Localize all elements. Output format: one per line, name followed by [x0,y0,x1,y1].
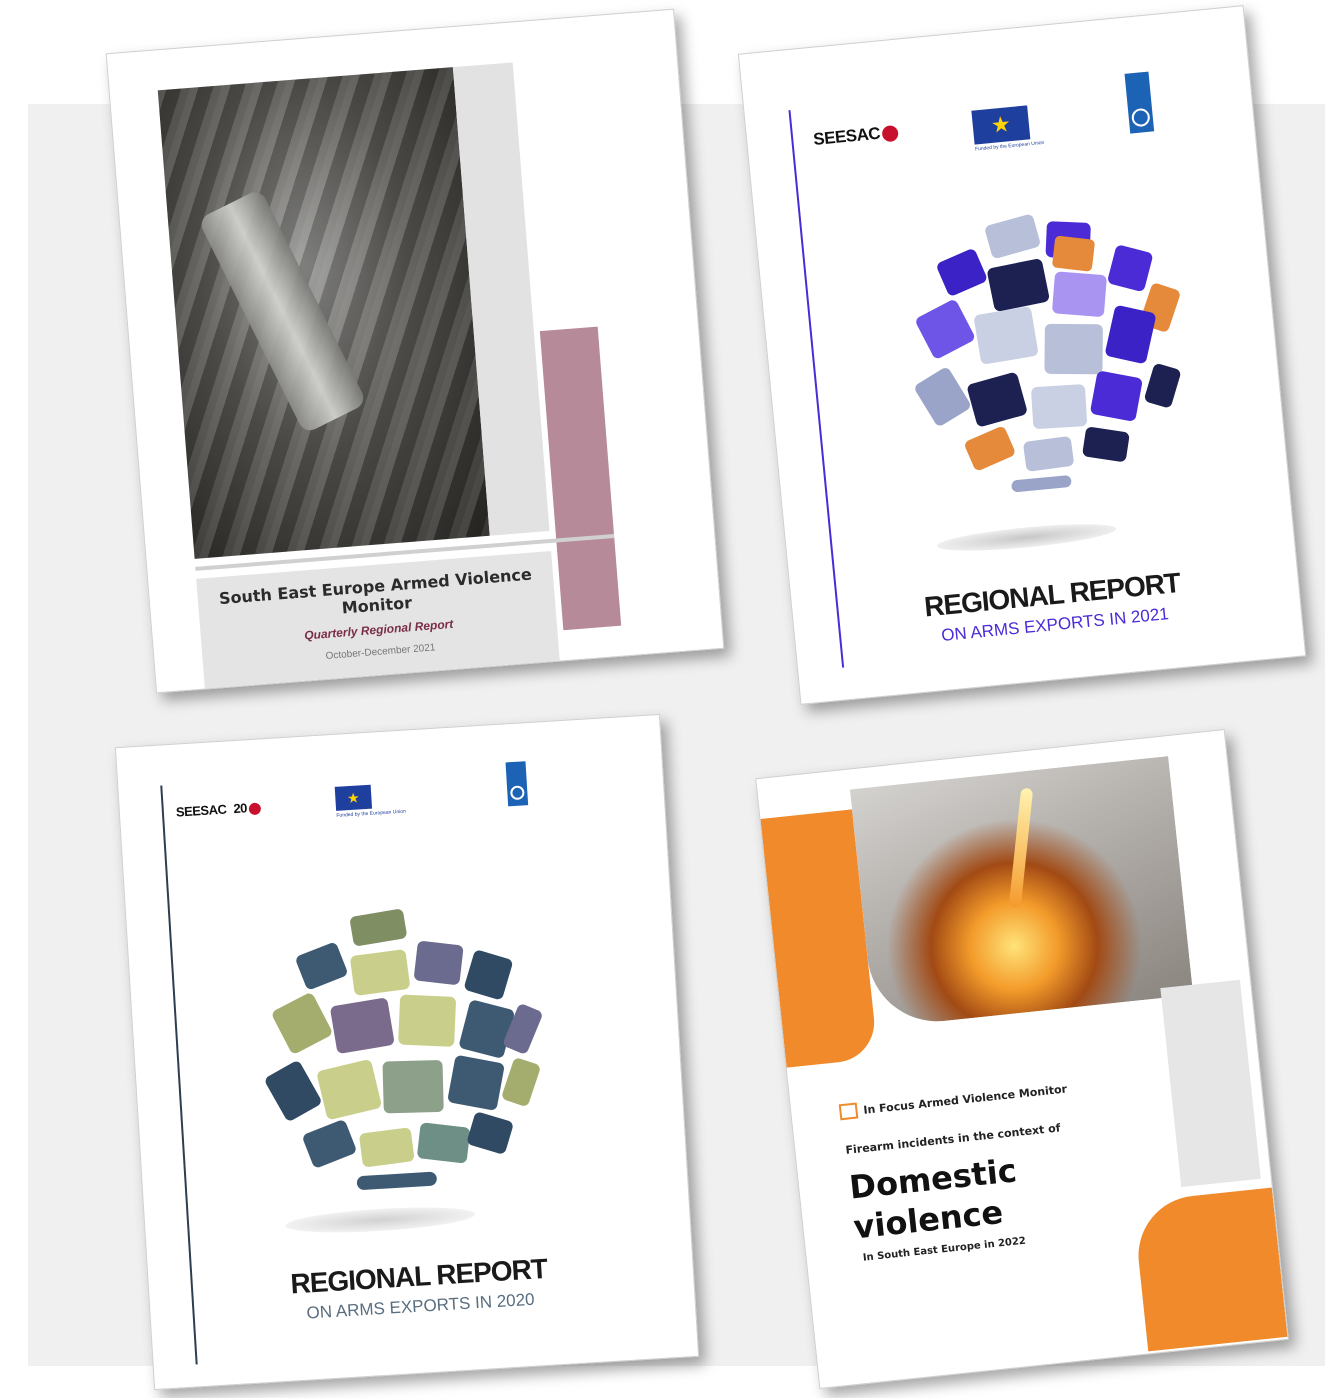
seesac-emblem-icon [881,124,899,142]
cover-photo-firearms [157,67,490,559]
decor-grey-panel [1160,979,1261,1188]
monitor-icon [838,1102,859,1121]
globe-tiles [265,909,542,1190]
report-lead: Firearm incidents in the context of [844,1121,1062,1157]
seesac-logo-text: SEESAC [812,123,881,149]
anniversary-mark: 20 [232,800,248,817]
eu-flag-icon: ★ [971,105,1031,145]
globe-tiles [915,214,1181,493]
report-headline: Domestic violence [847,1150,1022,1247]
decor-orange-corner [1132,1187,1288,1352]
globe-illustration [915,214,1181,493]
eu-flag-icon: ★ [334,784,373,811]
cover-arms-exports-2020[interactable]: SEESAC 20 ★ Funded by the European Union [114,713,700,1391]
seesac-logo: SEESAC [812,122,899,150]
un-emblem-icon [509,785,525,801]
undp-logo [1124,71,1155,134]
cover-quarterly-report[interactable]: South East Europe Armed Violence Monitor… [105,8,725,694]
series-label-text: In Focus Armed Violence Monitor [862,1082,1068,1117]
accent-line [788,110,845,668]
series-label: In Focus Armed Violence Monitor [838,1081,1068,1121]
undp-logo [505,761,529,807]
cover-arms-exports-2021[interactable]: SEESAC ★ Funded by the European Union RE… [737,5,1307,705]
seesac-emblem-icon [248,802,262,815]
accent-line [160,785,198,1365]
seesac-20-logo: SEESAC 20 [175,799,262,820]
cover-domestic-violence[interactable]: In Focus Armed Violence Monitor Firearm … [755,729,1289,1389]
un-emblem-icon [1130,107,1151,128]
globe-illustration [265,909,542,1190]
seesac-logo-text: SEESAC [175,801,227,820]
